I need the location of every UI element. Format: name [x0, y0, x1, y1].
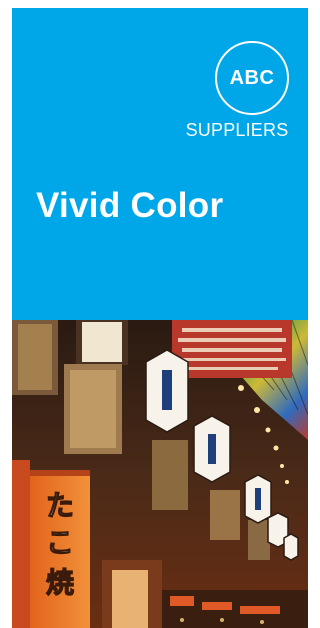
company-name: SUPPLIERS: [185, 120, 289, 140]
banner-char-2: こ: [46, 526, 74, 559]
banner-char-1: た: [46, 489, 74, 522]
logo-circle: ABC: [215, 41, 289, 115]
headline: Vivid Color: [36, 186, 224, 225]
logo-text: ABC: [229, 66, 275, 89]
takoyaki-banner: た こ 焼: [30, 470, 90, 628]
market-photo: た こ 焼: [12, 320, 308, 628]
banner-char-3: 焼: [46, 566, 74, 599]
brochure-cover: ABC SUPPLIERS Vivid Color た こ 焼: [12, 8, 308, 628]
